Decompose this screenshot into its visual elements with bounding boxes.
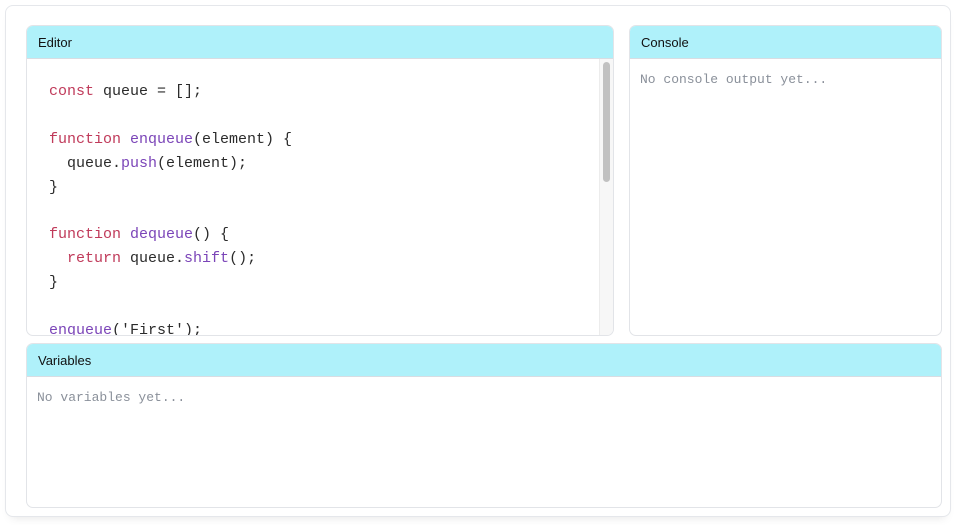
- editor-title: Editor: [27, 26, 613, 59]
- code-text: (element);: [157, 154, 248, 172]
- code-text: () {: [193, 226, 230, 244]
- console-title: Console: [630, 26, 941, 59]
- variables-title: Variables: [27, 344, 941, 377]
- code-text: queue = [];: [94, 83, 203, 100]
- code-editor[interactable]: const queue = []; function enqueue(eleme…: [27, 59, 599, 335]
- code-function-name: dequeue: [130, 226, 194, 244]
- code-function-name: enqueue: [49, 321, 113, 335]
- code-line[interactable]: }: [49, 271, 292, 295]
- code-text: ();: [229, 250, 257, 268]
- variables-output: No variables yet...: [37, 390, 186, 405]
- code-text: }: [49, 178, 59, 196]
- code-line[interactable]: }: [49, 176, 292, 200]
- editor-panel: Editor const queue = []; function enqueu…: [26, 25, 614, 336]
- code-function-name: enqueue: [130, 130, 194, 148]
- console-output: No console output yet...: [640, 72, 828, 87]
- code-line[interactable]: return queue.shift();: [49, 247, 292, 271]
- code-text: queue.: [121, 250, 185, 268]
- console-panel: Console No console output yet...: [629, 25, 942, 336]
- editor-scrollbar[interactable]: [599, 59, 613, 335]
- variables-panel: Variables No variables yet...: [26, 343, 942, 508]
- code-function-name: push: [121, 154, 158, 172]
- code-text: queue.: [49, 154, 122, 172]
- code-line[interactable]: [49, 295, 292, 319]
- code-keyword: function: [49, 226, 122, 244]
- code-line[interactable]: enqueue('First');: [49, 319, 292, 335]
- code-line[interactable]: [49, 199, 292, 223]
- code-text: ('First');: [112, 321, 203, 335]
- code-line[interactable]: function dequeue() {: [49, 223, 292, 247]
- code-text: }: [49, 274, 59, 292]
- code-line[interactable]: queue.push(element);: [49, 152, 292, 176]
- code-lines[interactable]: const queue = []; function enqueue(eleme…: [49, 80, 292, 335]
- code-text: (element) {: [193, 130, 293, 148]
- code-line[interactable]: const queue = [];: [49, 80, 292, 104]
- editor-scrollbar-thumb[interactable]: [603, 62, 610, 182]
- app-container: Editor const queue = []; function enqueu…: [5, 5, 951, 517]
- code-keyword: function: [49, 130, 122, 148]
- code-keyword: const: [49, 83, 95, 100]
- code-function-name: shift: [184, 250, 230, 268]
- code-line[interactable]: function enqueue(element) {: [49, 128, 292, 152]
- code-line[interactable]: [49, 104, 292, 128]
- code-keyword: return: [67, 250, 122, 268]
